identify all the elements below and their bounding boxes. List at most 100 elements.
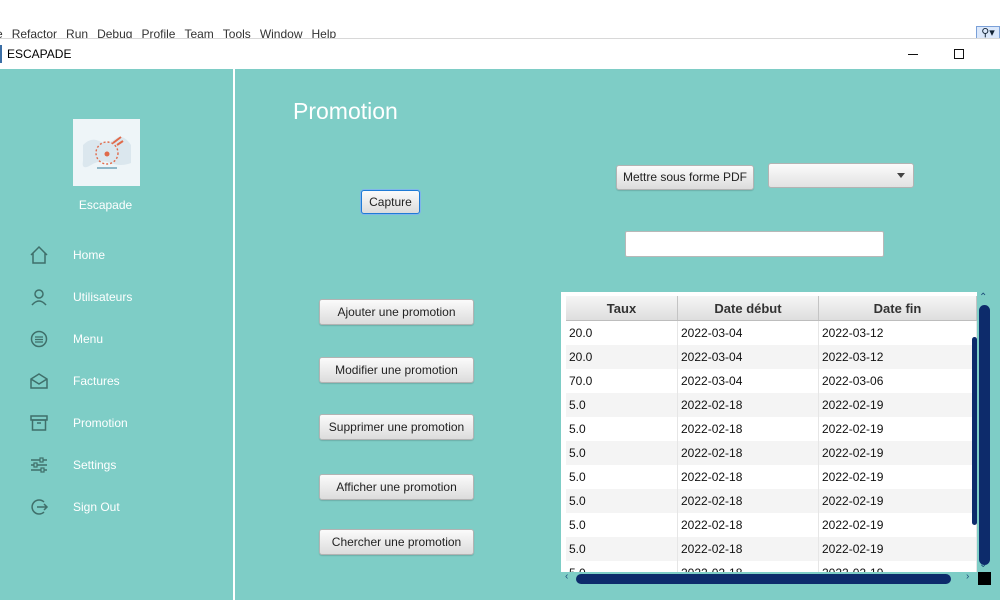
horizontal-scroll-thumb[interactable] [576,574,951,584]
table-header: Taux Date début Date fin [566,296,977,321]
table-row[interactable]: 5.02022-02-182022-02-19 [566,489,977,513]
table-row[interactable]: 5.02022-02-182022-02-19 [566,441,977,465]
table-cell: 2022-02-19 [819,537,977,561]
table-cell: 2022-02-18 [678,465,819,489]
table-row[interactable]: 20.0 2022-03-04 2022-03-12 [566,345,977,369]
sliders-icon [31,457,47,473]
table-row[interactable]: 5.02022-02-182022-02-19 [566,393,977,417]
table-cell: 2022-02-19 [819,417,977,441]
table-row[interactable]: 70.0 2022-03-04 2022-03-06 [566,369,977,393]
sidebar-item-factures[interactable]: Factures [0,366,235,396]
window-edge [0,45,2,63]
table-cell: 2022-02-19 [819,561,977,572]
maximize-icon[interactable] [936,39,982,69]
table-row[interactable]: 5.02022-02-182022-02-19 [566,465,977,489]
brand-name: Escapade [78,198,133,212]
sidebar-item-settings[interactable]: Settings [0,450,235,480]
sidebar-item-utilisateurs[interactable]: Utilisateurs [0,282,235,312]
table-cell: 2022-02-19 [819,441,977,465]
table-cell: 2022-02-18 [678,537,819,561]
table-cell: 20.0 [566,321,678,345]
table-cell: 2022-03-06 [819,369,977,393]
table-row[interactable]: 5.02022-02-182022-02-19 [566,561,977,572]
table-cell: 2022-02-18 [678,561,819,572]
app-body: Escapade Home Utilisateurs Menu Factures… [0,69,1000,600]
table-cell: 5.0 [566,561,678,572]
sidebar-item-label: Menu [73,332,104,346]
archive-icon [30,415,48,431]
sidebar-item-label: Home [73,248,106,262]
table-cell: 5.0 [566,441,678,465]
sidebar-item-label: Utilisateurs [73,290,133,304]
table-cell: 2022-03-04 [678,321,819,345]
table-cell: 2022-02-19 [819,489,977,513]
table-cell: 5.0 [566,537,678,561]
chevron-down-icon [897,173,905,178]
add-promotion-button[interactable]: Ajouter une promotion [319,299,474,325]
logo-icon [76,122,137,183]
table-cell: 2022-03-12 [819,321,977,345]
scroll-left-icon[interactable]: ‹ [565,571,568,582]
scroll-right-icon[interactable]: › [966,571,969,582]
column-header-date-debut[interactable]: Date début [678,296,819,320]
mail-icon [30,373,48,389]
window-title: ESCAPADE [7,47,72,61]
list-icon [30,330,48,348]
table-cell: 2022-02-18 [678,513,819,537]
table-cell: 5.0 [566,513,678,537]
minimize-icon[interactable] [890,39,936,69]
page-title: Promotion [293,98,398,124]
user-icon [31,289,47,306]
find-promotion-button[interactable]: Chercher une promotion [319,529,474,555]
sidebar-item-label: Factures [73,374,120,388]
export-pdf-button[interactable]: Mettre sous forme PDF [616,165,754,190]
sidebar-item-menu[interactable]: Menu [0,324,235,354]
search-input[interactable] [625,231,884,257]
column-header-taux[interactable]: Taux [566,296,678,320]
table-row[interactable]: 20.0 2022-03-04 2022-03-12 [566,321,977,345]
promotion-table[interactable]: Taux Date début Date fin 20.0 2022-03-04 2… [561,292,977,572]
edit-promotion-button[interactable]: Modifier une promotion [319,357,474,383]
sign-out-icon [31,499,49,515]
sidebar: Escapade Home Utilisateurs Menu Factures… [0,69,235,600]
table-cell: 2022-02-19 [819,393,977,417]
table-cell: 2022-03-12 [819,345,977,369]
table-cell: 5.0 [566,417,678,441]
table-cell: 2022-02-18 [678,489,819,513]
table-cell: 20.0 [566,345,678,369]
delete-promotion-button[interactable]: Supprimer une promotion [319,414,474,440]
table-body: 20.0 2022-03-04 2022-03-12 20.0 2022-03-04 20… [566,321,977,572]
capture-button[interactable]: Capture [361,190,420,214]
vertical-scroll-thumb[interactable] [979,305,990,565]
sidebar-item-label: Promotion [73,416,128,430]
table-cell: 5.0 [566,393,678,417]
show-promotion-button[interactable]: Afficher une promotion [319,474,474,500]
table-cell: 2022-02-18 [678,393,819,417]
table-row[interactable]: 5.02022-02-182022-02-19 [566,417,977,441]
table-row[interactable]: 5.02022-02-182022-02-19 [566,537,977,561]
sidebar-item-label: Settings [73,458,117,472]
table-cell: 2022-02-19 [819,513,977,537]
scroll-down-icon[interactable]: ⌄ [979,559,987,570]
table-inner-scroll-thumb[interactable] [972,337,977,525]
table-cell: 2022-02-18 [678,441,819,465]
window-titlebar: ESCAPADE [0,38,1000,69]
table-cell: 5.0 [566,489,678,513]
sidebar-item-home[interactable]: Home [0,240,235,270]
sidebar-item-promotion[interactable]: Promotion [0,408,235,438]
table-cell: 2022-03-04 [678,369,819,393]
table-row[interactable]: 5.02022-02-182022-02-19 [566,513,977,537]
filter-select[interactable] [768,163,914,188]
home-icon [30,245,48,264]
escapade-logo [73,119,140,186]
table-cell: 2022-03-04 [678,345,819,369]
table-cell: 70.0 [566,369,678,393]
scroll-up-icon[interactable]: ⌃ [979,292,987,303]
ide-menu-bar: e Refactor Run Debug Profile Team Tools … [0,0,1000,41]
table-cell: 2022-02-18 [678,417,819,441]
table-cell: 2022-02-19 [819,465,977,489]
sidebar-item-label: Sign Out [73,500,120,514]
sidebar-item-sign-out[interactable]: Sign Out [0,492,235,522]
table-cell: 5.0 [566,465,678,489]
column-header-date-fin[interactable]: Date fin [819,296,977,320]
